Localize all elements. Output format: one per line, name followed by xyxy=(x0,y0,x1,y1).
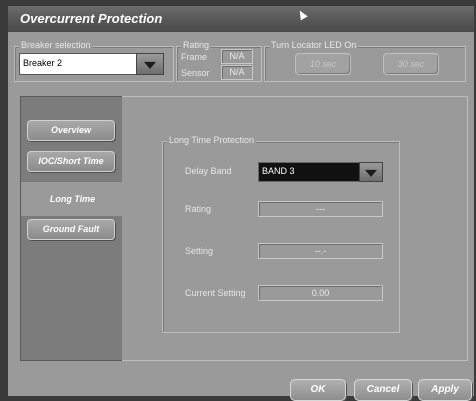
breaker-dropdown-button[interactable] xyxy=(136,53,164,75)
sensor-value: N/A xyxy=(221,65,253,80)
rating-caption: Rating xyxy=(181,40,212,50)
overcurrent-protection-window: Overcurrent Protection Breaker selection… xyxy=(8,6,474,401)
rating-label: Rating xyxy=(185,204,212,214)
tab-panel: Overview IOC/Short Time Long Time Ground… xyxy=(20,96,124,361)
setting-value: --.- xyxy=(258,243,383,259)
breaker-selection-group: Breaker selection Breaker 2 xyxy=(14,40,174,82)
tab-long-time[interactable]: Long Time xyxy=(21,182,124,216)
breaker-select[interactable]: Breaker 2 xyxy=(19,53,137,75)
chevron-down-icon xyxy=(365,169,377,177)
chevron-down-icon xyxy=(144,61,156,69)
breaker-selection-caption: Breaker selection xyxy=(19,40,93,50)
breaker-select-value: Breaker 2 xyxy=(23,58,63,68)
locator-30sec-button[interactable]: 30 sec xyxy=(383,53,439,75)
delay-band-label: Delay Band xyxy=(185,166,232,176)
rating-group: Rating Frame N/A Sensor N/A xyxy=(176,40,262,82)
long-time-protection-caption: Long Time Protection xyxy=(167,135,257,145)
long-time-protection-group: Long Time Protection Delay Band BAND 3 R… xyxy=(162,135,400,333)
current-setting-label: Current Setting xyxy=(185,288,246,298)
delay-band-value: BAND 3 xyxy=(262,166,295,176)
tab-overview[interactable]: Overview xyxy=(27,120,115,141)
window-title: Overcurrent Protection xyxy=(20,11,163,26)
delay-band-select[interactable]: BAND 3 xyxy=(258,162,360,182)
tab-ioc-short-time[interactable]: IOC/Short Time xyxy=(27,151,115,172)
locator-10sec-button[interactable]: 10 sec xyxy=(295,53,351,75)
delay-band-dropdown-button[interactable] xyxy=(359,162,383,182)
main-panel: Long Time Protection Delay Band BAND 3 R… xyxy=(122,96,468,361)
title-bar: Overcurrent Protection xyxy=(8,6,474,32)
setting-label: Setting xyxy=(185,246,214,256)
locator-led-group: Turn Locator LED On 10 sec 30 sec xyxy=(264,40,466,82)
current-setting-value: 0.00 xyxy=(258,285,383,301)
locator-led-caption: Turn Locator LED On xyxy=(269,40,359,50)
frame-value: N/A xyxy=(221,49,253,64)
sensor-label: Sensor xyxy=(181,68,210,78)
tab-ground-fault[interactable]: Ground Fault xyxy=(27,219,115,240)
rating-value: --- xyxy=(258,201,383,217)
frame-label: Frame xyxy=(181,52,208,62)
